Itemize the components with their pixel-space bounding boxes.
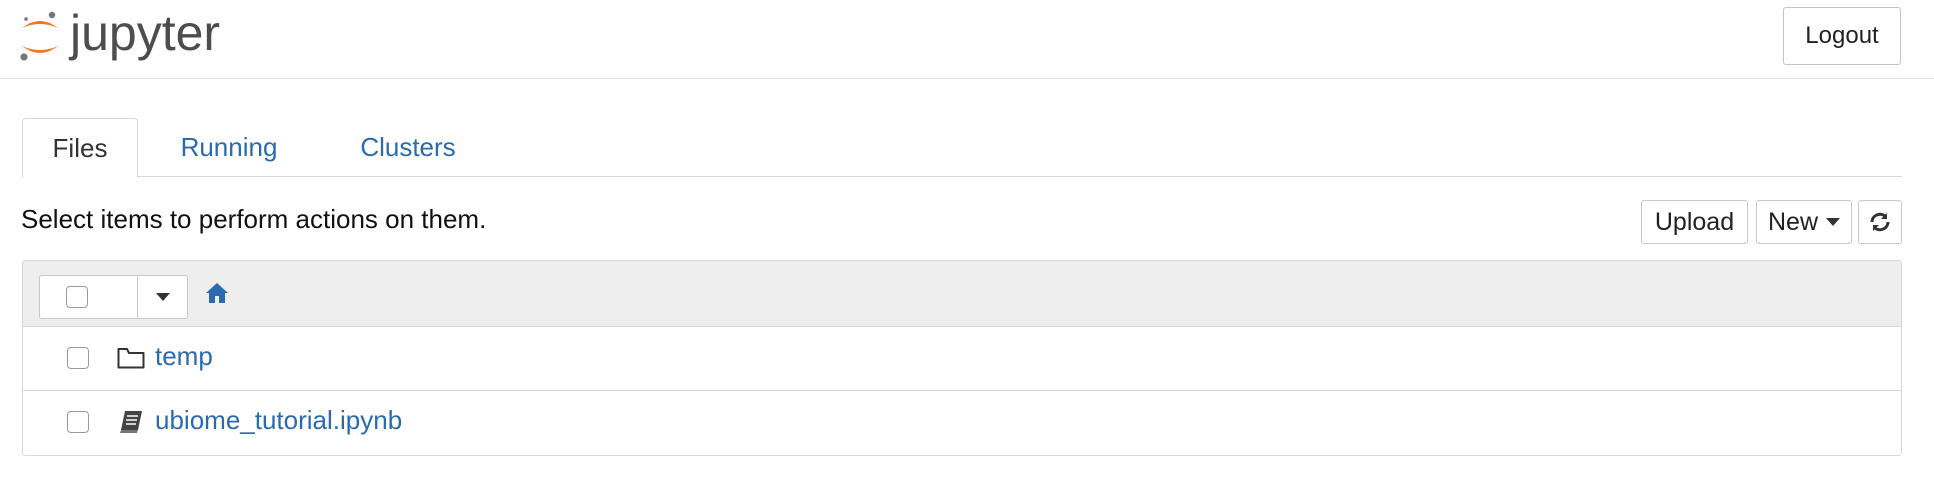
- list-item[interactable]: temp: [23, 327, 1901, 391]
- folder-icon: [117, 348, 145, 369]
- select-all-area[interactable]: [40, 276, 138, 318]
- new-button[interactable]: New: [1756, 200, 1852, 244]
- jupyter-logo-icon: jupyter: [20, 5, 220, 61]
- home-icon: [206, 283, 228, 303]
- file-link-notebook[interactable]: ubiome_tutorial.ipynb: [155, 405, 402, 436]
- tab-files[interactable]: Files: [22, 118, 138, 178]
- home-breadcrumb[interactable]: [205, 282, 229, 309]
- new-button-label: New: [1768, 207, 1819, 236]
- refresh-icon: [1870, 212, 1890, 232]
- row-checkbox[interactable]: [67, 347, 89, 369]
- selection-hint: Select items to perform actions on them.: [21, 204, 487, 234]
- file-link-temp[interactable]: temp: [155, 341, 213, 372]
- notebook-icon: [120, 411, 142, 433]
- row-checkbox[interactable]: [67, 411, 89, 433]
- logo-text: jupyter: [68, 6, 220, 61]
- logout-button[interactable]: Logout: [1783, 7, 1901, 65]
- select-dropdown-button[interactable]: [138, 276, 187, 318]
- upload-button[interactable]: Upload: [1641, 200, 1748, 244]
- refresh-button[interactable]: [1858, 200, 1902, 244]
- header: jupyter Logout: [0, 0, 1934, 79]
- caret-down-icon: [155, 292, 170, 301]
- jupyter-logo[interactable]: jupyter: [18, 5, 288, 68]
- select-all-group: [39, 275, 188, 319]
- file-list-header: [23, 261, 1901, 327]
- caret-down-icon: [1826, 217, 1841, 226]
- file-list: temp ubiome_tutorial.ipynb: [22, 260, 1902, 456]
- tab-bar: Files Running Clusters: [22, 118, 1902, 178]
- select-all-checkbox[interactable]: [66, 286, 88, 308]
- list-item[interactable]: ubiome_tutorial.ipynb: [23, 391, 1901, 455]
- tab-clusters[interactable]: Clusters: [334, 118, 482, 177]
- tab-running[interactable]: Running: [156, 118, 302, 177]
